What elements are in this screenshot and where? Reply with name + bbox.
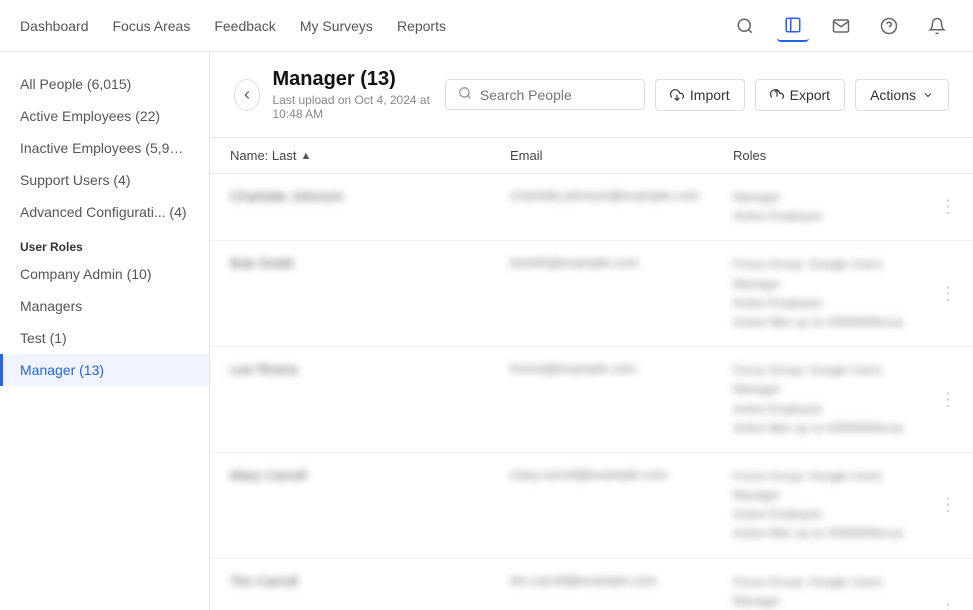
page-title-block: Manager (13) Last upload on Oct 4, 2024 … bbox=[272, 68, 444, 121]
nav-dashboard[interactable]: Dashboard bbox=[20, 14, 89, 38]
sidebar: All People (6,015) Active Employees (22)… bbox=[0, 52, 210, 610]
cell-roles: Focus Group: Google UsersManagerActive E… bbox=[733, 573, 953, 610]
search-input[interactable] bbox=[480, 87, 632, 103]
row-separator: ⋮ bbox=[939, 197, 957, 218]
user-roles-header: User Roles bbox=[0, 228, 209, 258]
cell-name: Lee Rivera bbox=[230, 361, 510, 377]
sidebar-item-test[interactable]: Test (1) bbox=[0, 322, 209, 354]
sidebar-item-inactive-employees[interactable]: Inactive Employees (5,989) bbox=[0, 132, 209, 164]
nav-my-surveys[interactable]: My Surveys bbox=[300, 14, 373, 38]
cell-email: lrivera@example.com bbox=[510, 361, 733, 376]
cell-email: charlotte.johnson@example.com bbox=[510, 188, 733, 203]
nav-links: Dashboard Focus Areas Feedback My Survey… bbox=[20, 14, 446, 38]
cell-email: mary.carroll@example.com bbox=[510, 467, 733, 482]
cell-email: bsmith@example.com bbox=[510, 255, 733, 270]
cell-email: tim.carroll@example.com bbox=[510, 573, 733, 588]
export-label: Export bbox=[790, 87, 830, 103]
table-row: Bob Smith bsmith@example.com Focus Group… bbox=[210, 241, 973, 347]
col-email-label: Email bbox=[510, 148, 543, 163]
sidebar-item-active-employees[interactable]: Active Employees (22) bbox=[0, 100, 209, 132]
table-row: Tim Carroll tim.carroll@example.com Focu… bbox=[210, 559, 973, 610]
col-roles-label: Roles bbox=[733, 148, 766, 163]
table-area: Name: Last ▲ Email Roles Charlotte Johns… bbox=[210, 138, 973, 610]
page-header-left: Manager (13) Last upload on Oct 4, 2024 … bbox=[234, 68, 445, 121]
cell-roles: Focus Group: Google UsersManagerActive E… bbox=[733, 361, 953, 438]
actions-label: Actions bbox=[870, 87, 916, 103]
cell-name: Tim Carroll bbox=[230, 573, 510, 589]
people-icon-button[interactable] bbox=[777, 10, 809, 42]
top-nav: Dashboard Focus Areas Feedback My Survey… bbox=[0, 0, 973, 52]
back-button[interactable] bbox=[234, 79, 260, 111]
cell-roles: ManagerActive Employee bbox=[733, 188, 953, 226]
nav-feedback[interactable]: Feedback bbox=[214, 14, 275, 38]
row-separator: ⋮ bbox=[939, 389, 957, 410]
row-separator: ⋮ bbox=[939, 283, 957, 304]
cell-name: Bob Smith bbox=[230, 255, 510, 271]
sidebar-item-support-users[interactable]: Support Users (4) bbox=[0, 164, 209, 196]
notifications-icon-button[interactable] bbox=[921, 10, 953, 42]
table-header: Name: Last ▲ Email Roles bbox=[210, 138, 973, 174]
cell-roles: Focus Group: Google UsersManagerActive E… bbox=[733, 255, 953, 332]
page-header: Manager (13) Last upload on Oct 4, 2024 … bbox=[210, 52, 973, 138]
col-header-name[interactable]: Name: Last ▲ bbox=[230, 148, 510, 163]
sidebar-item-manager[interactable]: Manager (13) bbox=[0, 354, 209, 386]
help-icon-button[interactable] bbox=[873, 10, 905, 42]
nav-reports[interactable]: Reports bbox=[397, 14, 446, 38]
col-name-label: Name: Last bbox=[230, 148, 296, 163]
sort-icon: ▲ bbox=[300, 150, 311, 162]
actions-button[interactable]: Actions bbox=[855, 79, 949, 111]
mail-icon-button[interactable] bbox=[825, 10, 857, 42]
sidebar-item-company-admin[interactable]: Company Admin (10) bbox=[0, 258, 209, 290]
table-row: Lee Rivera lrivera@example.com Focus Gro… bbox=[210, 347, 973, 453]
sidebar-item-advanced-config[interactable]: Advanced Configurati... (4) bbox=[0, 196, 209, 228]
nav-icons bbox=[729, 10, 953, 42]
import-button[interactable]: Import bbox=[655, 79, 745, 111]
export-button[interactable]: Export bbox=[755, 79, 845, 111]
col-header-roles[interactable]: Roles bbox=[733, 148, 953, 163]
search-icon bbox=[458, 86, 472, 103]
row-separator: ⋮ bbox=[939, 495, 957, 516]
page-subtitle: Last upload on Oct 4, 2024 at 10:48 AM bbox=[272, 93, 444, 121]
page-header-actions: Import Export Actions bbox=[445, 79, 949, 111]
nav-focus-areas[interactable]: Focus Areas bbox=[113, 14, 191, 38]
import-label: Import bbox=[690, 87, 730, 103]
cell-name: Mary Carroll bbox=[230, 467, 510, 483]
main-content: Manager (13) Last upload on Oct 4, 2024 … bbox=[210, 52, 973, 610]
cell-name: Charlotte Johnson bbox=[230, 188, 510, 204]
search-box[interactable] bbox=[445, 79, 645, 110]
row-separator: ⋮ bbox=[939, 601, 957, 610]
table-row: Charlotte Johnson charlotte.johnson@exam… bbox=[210, 174, 973, 241]
sidebar-item-managers[interactable]: Managers bbox=[0, 290, 209, 322]
sidebar-item-all-people[interactable]: All People (6,015) bbox=[0, 68, 209, 100]
search-icon-button[interactable] bbox=[729, 10, 761, 42]
page-title: Manager (13) bbox=[272, 68, 444, 91]
col-header-email[interactable]: Email bbox=[510, 148, 733, 163]
cell-roles: Focus Group: Google UsersManagerActive E… bbox=[733, 467, 953, 544]
table-row: Mary Carroll mary.carroll@example.com Fo… bbox=[210, 453, 973, 559]
main-layout: All People (6,015) Active Employees (22)… bbox=[0, 52, 973, 610]
